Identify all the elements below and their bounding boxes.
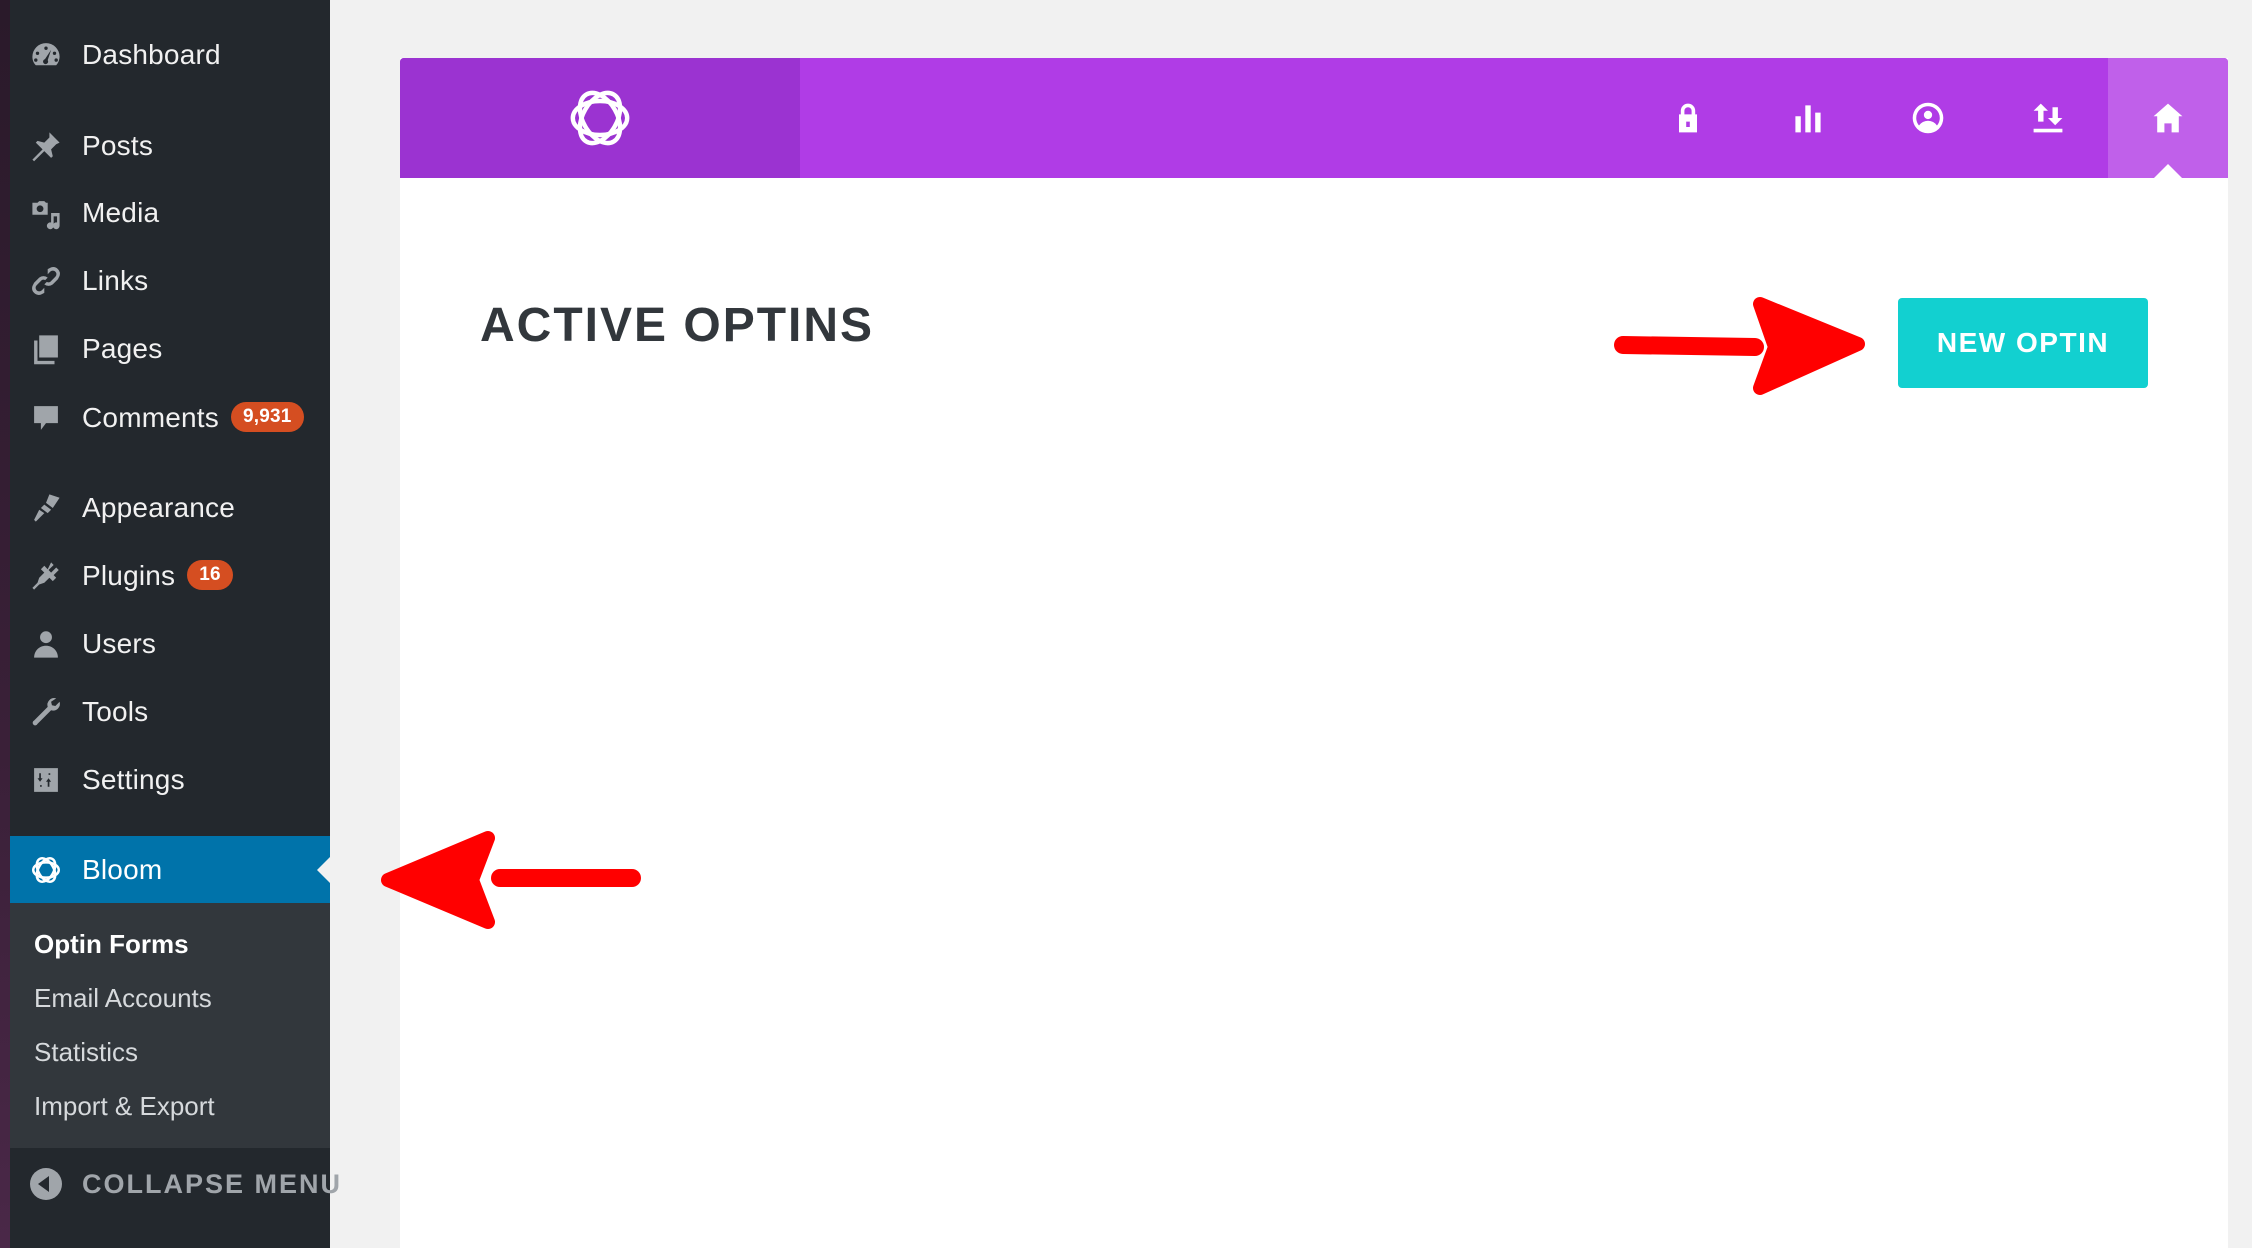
sidebar-item-settings[interactable]: Settings: [10, 750, 330, 810]
sidebar-item-pages[interactable]: Pages: [10, 319, 330, 379]
plugins-update-badge: 16: [187, 560, 233, 591]
pages-icon: [28, 331, 64, 367]
link-icon: [28, 263, 64, 299]
submenu-statistics[interactable]: Statistics: [34, 1037, 138, 1068]
sidebar-item-label: Media: [82, 197, 160, 228]
sidebar-item-label: Links: [82, 265, 149, 296]
plug-icon: [28, 558, 64, 594]
submenu-import-export[interactable]: Import & Export: [34, 1091, 215, 1122]
annotation-arrow-left: [381, 831, 641, 929]
admin-sidebar: Dashboard Posts Media Links Pages Commen…: [10, 0, 340, 1248]
settings-icon: [28, 762, 64, 798]
bloom-logo: [400, 58, 800, 178]
sidebar-item-label: Bloom: [82, 853, 163, 885]
sidebar-item-text: Plugins: [82, 559, 176, 591]
sidebar-item-posts[interactable]: Posts: [10, 116, 330, 176]
collapse-menu-label: COLLAPSE MENU: [82, 1168, 343, 1199]
sidebar-item-plugins[interactable]: Plugins 16: [10, 546, 330, 606]
wrench-icon: [28, 694, 64, 730]
sidebar-item-label: Pages: [82, 333, 163, 364]
sidebar-item-bloom[interactable]: Bloom: [10, 836, 330, 903]
sidebar-item-dashboard[interactable]: Dashboard: [10, 25, 330, 85]
pushpin-icon: [28, 128, 64, 164]
user-icon: [28, 626, 64, 662]
submenu-optin-forms[interactable]: Optin Forms: [34, 929, 189, 960]
sidebar-item-label: Plugins 16: [82, 560, 233, 593]
sidebar-item-appearance[interactable]: Appearance: [10, 478, 330, 538]
bar-chart-icon[interactable]: [1778, 88, 1838, 148]
dashboard-icon: [28, 37, 64, 73]
new-optin-button[interactable]: NEW OPTIN: [1898, 298, 2148, 388]
page-title: ACTIVE OPTINS: [480, 299, 875, 352]
desktop-background-strip: [0, 0, 10, 1248]
sidebar-item-label: Tools: [82, 696, 149, 727]
bloom-header: [400, 58, 2228, 178]
collapse-arrow-icon: [30, 1168, 62, 1200]
sidebar-item-links[interactable]: Links: [10, 251, 330, 311]
sidebar-item-label: Users: [82, 628, 157, 659]
annotation-arrow-right: [1614, 297, 1865, 395]
submenu-email-accounts[interactable]: Email Accounts: [34, 983, 212, 1014]
account-circle-icon[interactable]: [1898, 88, 1958, 148]
bloom-panel: ACTIVE OPTINS NEW OPTIN: [400, 58, 2228, 1248]
sidebar-item-label: Settings: [82, 764, 185, 795]
sidebar-item-tools[interactable]: Tools: [10, 682, 330, 742]
media-icon: [28, 195, 64, 231]
paintbrush-icon: [28, 490, 64, 526]
sidebar-item-users[interactable]: Users: [10, 614, 330, 674]
lock-icon[interactable]: [1658, 88, 1718, 148]
bloom-icon: [28, 852, 64, 888]
bloom-logo-icon: [570, 90, 630, 146]
sidebar-item-label: Posts: [82, 130, 154, 161]
bloom-submenu: Optin Forms Email Accounts Statistics Im…: [10, 903, 330, 1148]
sidebar-item-media[interactable]: Media: [10, 183, 330, 243]
collapse-menu-button[interactable]: COLLAPSE MENU: [10, 1152, 340, 1216]
sidebar-item-text: Comments: [82, 401, 219, 433]
sidebar-item-comments[interactable]: Comments 9,931: [10, 388, 330, 448]
sidebar-item-label: Appearance: [82, 492, 236, 523]
sidebar-item-label: Dashboard: [82, 39, 221, 70]
home-icon[interactable]: [2108, 58, 2228, 178]
comments-count-badge: 9,931: [230, 402, 304, 433]
sidebar-item-label: Comments 9,931: [82, 402, 304, 435]
import-export-icon[interactable]: [2018, 88, 2078, 148]
comment-icon: [28, 400, 64, 436]
